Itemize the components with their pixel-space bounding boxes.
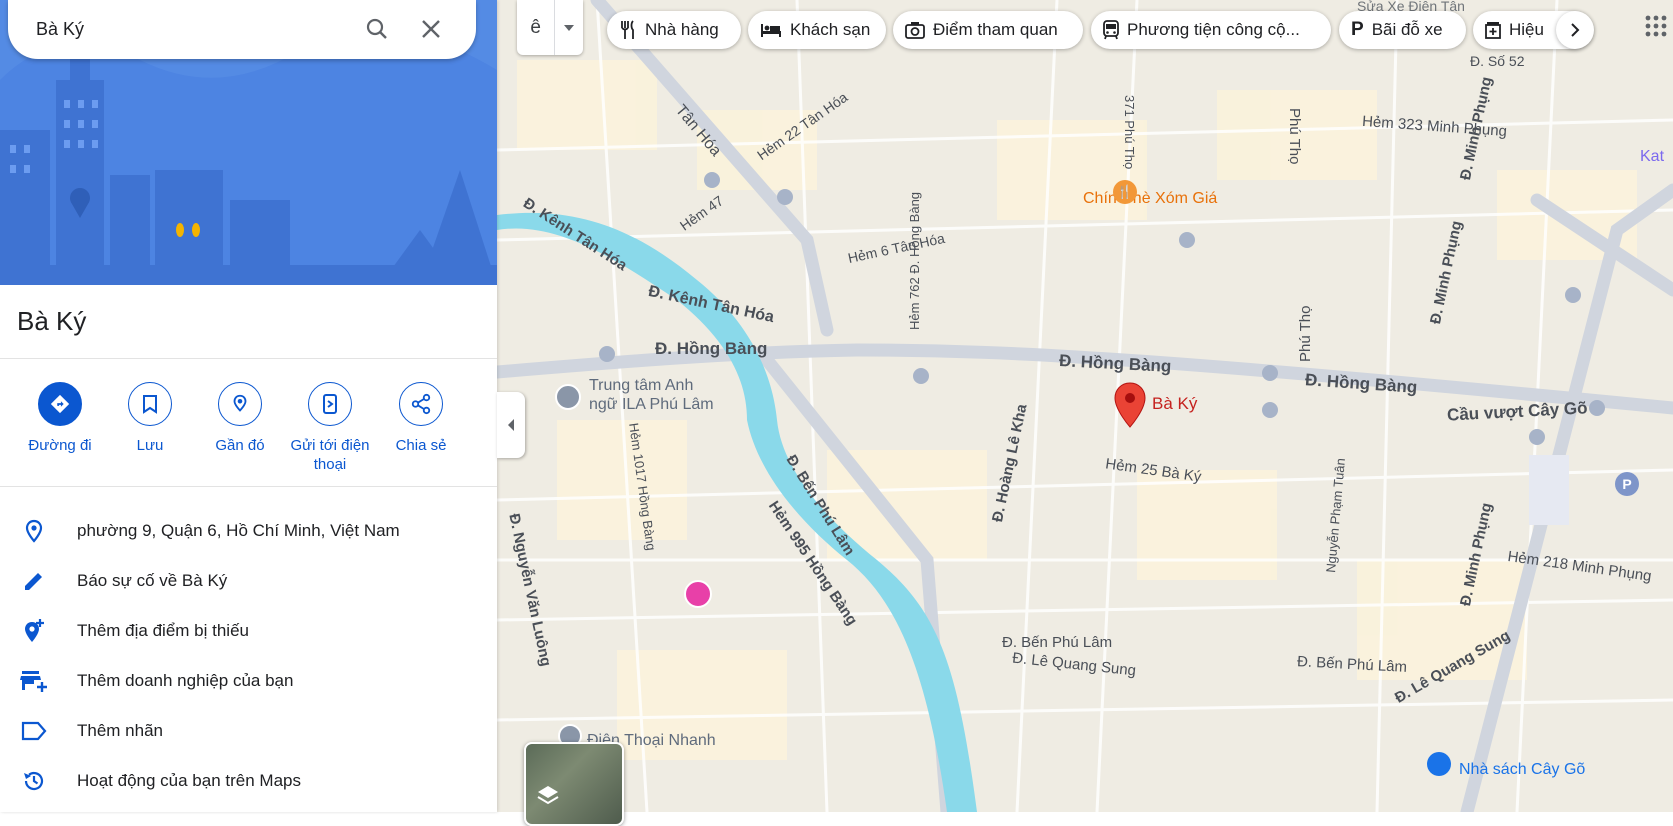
chip-label: Nhà hàng xyxy=(645,20,719,39)
location-marker-icon[interactable] xyxy=(1113,382,1147,428)
share-icon xyxy=(411,393,431,415)
marker-label[interactable]: Bà Ký xyxy=(1152,394,1197,414)
chip-label: Khách sạn xyxy=(790,20,871,39)
add-label-row[interactable]: Thêm nhãn xyxy=(0,708,497,754)
layers-icon xyxy=(537,786,559,805)
collapse-panel-button[interactable] xyxy=(497,392,525,458)
add-missing-place-row[interactable]: Thêm địa điểm bị thiếu xyxy=(0,608,497,654)
parking-icon: P xyxy=(1351,19,1364,40)
directions-button[interactable]: Đường đi xyxy=(14,382,106,455)
label-icon xyxy=(20,717,48,745)
maps-activity-text: Hoạt động của bạn trên Maps xyxy=(77,771,301,790)
kat-label[interactable]: Kat xyxy=(1640,148,1664,166)
caret-left-icon xyxy=(508,419,514,431)
add-missing-place-text: Thêm địa điểm bị thiếu xyxy=(77,621,249,640)
chevron-right-icon xyxy=(1571,23,1580,37)
bookstore-label[interactable]: Nhà sách Cây Gõ xyxy=(1459,761,1585,779)
chips-next-button[interactable] xyxy=(1556,11,1594,49)
language-label: ê xyxy=(530,16,541,38)
place-panel: Bà Ký Bà Ký Đường đi Lưu Gần đó Gửi tới … xyxy=(0,0,497,812)
directions-label: Đường đi xyxy=(28,437,92,454)
chip-label: Bãi đỗ xe xyxy=(1371,20,1443,39)
camera-icon xyxy=(905,21,925,39)
road-label: Đ. Bến Phú Lâm xyxy=(1002,634,1113,651)
google-apps-icon[interactable] xyxy=(1644,14,1668,38)
transit-icon xyxy=(1103,20,1119,40)
school-label-line2[interactable]: ngữ ILA Phú Lâm xyxy=(589,396,714,414)
chip-restaurants[interactable]: Nhà hàng xyxy=(607,11,741,49)
send-to-phone-button[interactable]: Gửi tới điện thoại xyxy=(284,382,376,474)
road-label: Đ. Số 52 xyxy=(1470,53,1525,69)
search-box[interactable]: Bà Ký xyxy=(8,0,476,59)
chip-transit[interactable]: Phương tiện công cộ... xyxy=(1091,11,1331,49)
directions-icon xyxy=(50,394,70,414)
report-issue-text: Báo sự cố về Bà Ký xyxy=(77,571,228,590)
pharmacy-icon xyxy=(1485,21,1501,39)
chip-label: Điểm tham quan xyxy=(933,20,1058,39)
layers-button[interactable] xyxy=(524,742,624,826)
hotel-icon xyxy=(760,22,782,38)
divider xyxy=(0,358,497,359)
save-label: Lưu xyxy=(136,437,164,454)
add-business-icon xyxy=(20,667,48,695)
parking-marker[interactable]: P xyxy=(1615,472,1639,496)
add-business-text: Thêm doanh nghiệp của bạn xyxy=(77,671,294,690)
nearby-button[interactable]: Gần đó xyxy=(194,382,286,455)
add-place-icon xyxy=(20,617,48,645)
place-title: Bà Ký xyxy=(17,306,87,336)
chevron-down-icon[interactable] xyxy=(554,0,583,55)
language-toggle[interactable]: ê xyxy=(517,0,583,55)
nearby-label: Gần đó xyxy=(215,437,265,454)
bookmark-icon xyxy=(143,395,157,414)
chip-hotels[interactable]: Khách sạn xyxy=(748,11,886,49)
restaurant-label[interactable]: Chín Chè Xóm Giá xyxy=(1083,190,1217,208)
address-row[interactable]: phường 9, Quận 6, Hồ Chí Minh, Việt Nam xyxy=(0,508,497,554)
address-text: phường 9, Quận 6, Hồ Chí Minh, Việt Nam xyxy=(77,521,400,540)
nearby-icon xyxy=(233,394,247,412)
maps-activity-row[interactable]: Hoạt động của bạn trên Maps xyxy=(0,758,497,804)
share-button[interactable]: Chia sẻ xyxy=(375,382,467,455)
map-canvas[interactable]: Chín Chè Xóm Giá 🍴 Trung tâm Anh ngữ ILA… xyxy=(497,0,1673,812)
road-label: Phú Thọ xyxy=(1286,108,1303,165)
share-label: Chia sẻ xyxy=(395,437,447,454)
save-button[interactable]: Lưu xyxy=(104,382,196,455)
restaurant-icon xyxy=(619,20,637,40)
school-marker-icon[interactable] xyxy=(555,384,581,410)
history-icon xyxy=(20,767,48,795)
bookstore-marker-icon[interactable] xyxy=(1427,752,1451,776)
chip-label: Hiệu xyxy=(1509,20,1544,39)
chip-label: Phương tiện công cộ... xyxy=(1127,20,1300,39)
road-label: 371 Phú Thọ xyxy=(1122,95,1137,170)
hotel-marker-icon[interactable] xyxy=(684,580,712,608)
close-icon[interactable] xyxy=(416,14,446,44)
restaurant-marker-icon[interactable]: 🍴 xyxy=(1113,180,1137,204)
edit-pencil-icon xyxy=(20,567,48,595)
road-label: Hẻm 762 Đ. Hồng Bàng xyxy=(907,191,922,330)
school-label-line1[interactable]: Trung tâm Anh xyxy=(589,377,693,395)
road-label: Đ. Hồng Bàng xyxy=(655,339,768,358)
road-label: Phú Thọ xyxy=(1297,305,1314,362)
search-input[interactable]: Bà Ký xyxy=(36,19,84,40)
report-issue-row[interactable]: Báo sự cố về Bà Ký xyxy=(0,558,497,604)
chip-attractions[interactable]: Điểm tham quan xyxy=(893,11,1083,49)
divider xyxy=(0,486,497,487)
chip-parking[interactable]: P Bãi đỗ xe xyxy=(1339,11,1466,49)
add-label-text: Thêm nhãn xyxy=(77,721,163,740)
search-icon[interactable] xyxy=(362,14,392,44)
location-pin-icon xyxy=(20,517,48,545)
send-to-phone-label: Gửi tới điện thoại xyxy=(290,437,370,473)
phone-icon xyxy=(323,394,337,414)
add-business-row[interactable]: Thêm doanh nghiệp của bạn xyxy=(0,658,497,704)
